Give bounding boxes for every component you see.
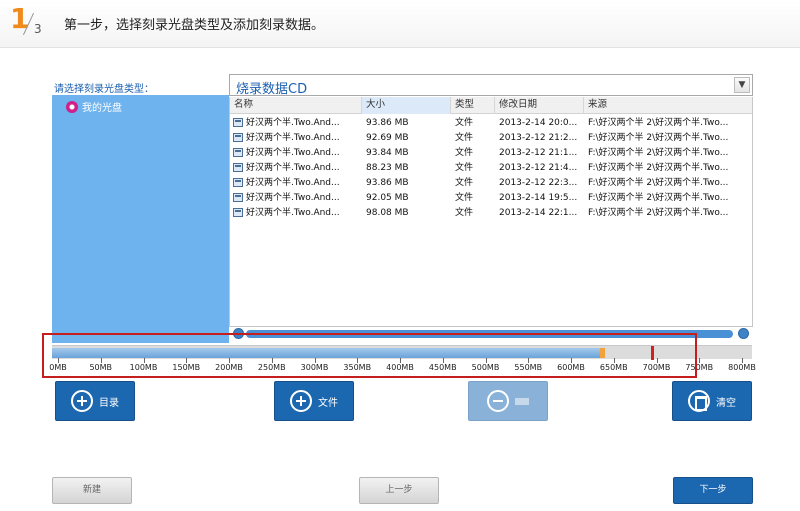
table-row[interactable]: 好汉两个半.Two.And... 92.05 MB 文件 2013-2-14 19:5… [230,191,752,205]
add-file-button[interactable]: 文件 [274,381,354,421]
disc-list-panel: 我的光盘 [52,95,229,343]
cell-size: 98.08 MB [366,208,409,218]
disc-type-value: 烧录数据CD [236,82,308,97]
column-header-size[interactable]: 大小 [362,97,451,114]
table-row[interactable]: 好汉两个半.Two.And... 92.69 MB 文件 2013-2-12 21:2… [230,131,752,145]
minus-circle-icon [487,390,509,412]
cell-source: F:\好汉两个半 2\好汉两个半.Two... [588,118,729,128]
step-current: 1 [10,2,30,35]
video-file-icon [233,118,243,127]
chevron-down-icon[interactable]: ▼ [734,77,750,93]
page-title: 第一步，选择刻录光盘类型及添加刻录数据。 [64,18,325,33]
cell-source: F:\好汉两个半 2\好汉两个半.Two... [588,163,729,173]
new-button[interactable]: 新建 [52,477,132,504]
table-row[interactable]: 好汉两个半.Two.And... 98.08 MB 文件 2013-2-14 22:1… [230,206,752,220]
video-file-icon [233,193,243,202]
table-header: 名称 大小 类型 修改日期 来源 [230,97,752,114]
step-total: 3 [34,22,42,36]
cell-name: 好汉两个半.Two.And... [246,208,340,218]
disc-type-label: 请选择刻录光盘类型： [54,84,154,95]
table-row[interactable]: 好汉两个半.Two.And... 93.86 MB 文件 2013-2-12 22:3… [230,176,752,190]
cell-size: 93.86 MB [366,178,409,188]
add-folder-label: 目录 [99,397,119,409]
video-file-icon [233,148,243,157]
sidebar-item-my-disc[interactable]: 我的光盘 [66,99,122,114]
cell-source: F:\好汉两个半 2\好汉两个半.Two... [588,133,729,143]
cell-type: 文件 [455,118,474,128]
cell-source: F:\好汉两个半 2\好汉两个半.Two... [588,148,729,158]
cell-source: F:\好汉两个半 2\好汉两个半.Two... [588,193,729,203]
cell-date: 2013-2-14 22:1... [499,208,578,218]
add-folder-button[interactable]: 目录 [55,381,135,421]
cell-name: 好汉两个半.Two.And... [246,163,340,173]
video-file-icon [233,178,243,187]
cell-size: 92.05 MB [366,193,409,203]
cell-size: 93.84 MB [366,148,409,158]
cell-type: 文件 [455,208,474,218]
wizard-header: 1 3 第一步，选择刻录光盘类型及添加刻录数据。 [0,0,800,48]
cell-date: 2013-2-12 21:2... [499,133,578,143]
table-row[interactable]: 好汉两个半.Two.And... 88.23 MB 文件 2013-2-12 21:4… [230,161,752,175]
cell-type: 文件 [455,193,474,203]
disc-icon [66,100,78,113]
column-header-source[interactable]: 来源 [584,97,754,114]
cell-type: 文件 [455,133,474,143]
add-file-label: 文件 [318,397,338,409]
column-header-name[interactable]: 名称 [230,97,362,114]
trash-icon [688,390,710,412]
cell-source: F:\好汉两个半 2\好汉两个半.Two... [588,178,729,188]
cell-size: 92.69 MB [366,133,409,143]
cell-source: F:\好汉两个半 2\好汉两个半.Two... [588,208,729,218]
cell-type: 文件 [455,148,474,158]
cell-name: 好汉两个半.Two.And... [246,148,340,158]
cell-date: 2013-2-12 21:1... [499,148,578,158]
table-row[interactable]: 好汉两个半.Two.And... 93.84 MB 文件 2013-2-12 21:1… [230,146,752,160]
cell-size: 88.23 MB [366,163,409,173]
plus-circle-icon [290,390,312,412]
video-file-icon [233,133,243,142]
capacity-tick-label: 800MB [728,363,756,372]
clear-button[interactable]: 清空 [672,381,752,421]
sidebar-item-label: 我的光盘 [82,103,122,114]
remove-label-placeholder [515,397,529,405]
cell-name: 好汉两个半.Two.And... [246,133,340,143]
cell-size: 93.86 MB [366,118,409,128]
cell-date: 2013-2-14 19:5... [499,193,578,203]
video-file-icon [233,208,243,217]
capacity-highlight-box [42,333,697,378]
clear-label: 清空 [716,397,736,409]
cell-name: 好汉两个半.Two.And... [246,178,340,188]
plus-circle-icon [71,390,93,412]
cell-date: 2013-2-14 20:0... [499,118,578,128]
previous-step-button[interactable]: 上一步 [359,477,439,504]
video-file-icon [233,163,243,172]
remove-button[interactable] [468,381,548,421]
cell-name: 好汉两个半.Two.And... [246,118,340,128]
cell-type: 文件 [455,178,474,188]
file-table: 名称 大小 类型 修改日期 来源 好汉两个半.Two.And... 93.86 M… [229,97,753,327]
column-header-date[interactable]: 修改日期 [495,97,584,114]
cell-date: 2013-2-12 21:4... [499,163,578,173]
disc-type-dropdown[interactable]: 烧录数据CD ▼ [229,74,753,97]
table-row[interactable]: 好汉两个半.Two.And... 93.86 MB 文件 2013-2-14 20:0… [230,116,752,130]
cell-name: 好汉两个半.Two.And... [246,193,340,203]
cell-date: 2013-2-12 22:3... [499,178,578,188]
next-step-button[interactable]: 下一步 [673,477,753,504]
scroll-right-button[interactable] [738,328,749,339]
cell-type: 文件 [455,163,474,173]
column-header-type[interactable]: 类型 [451,97,495,114]
